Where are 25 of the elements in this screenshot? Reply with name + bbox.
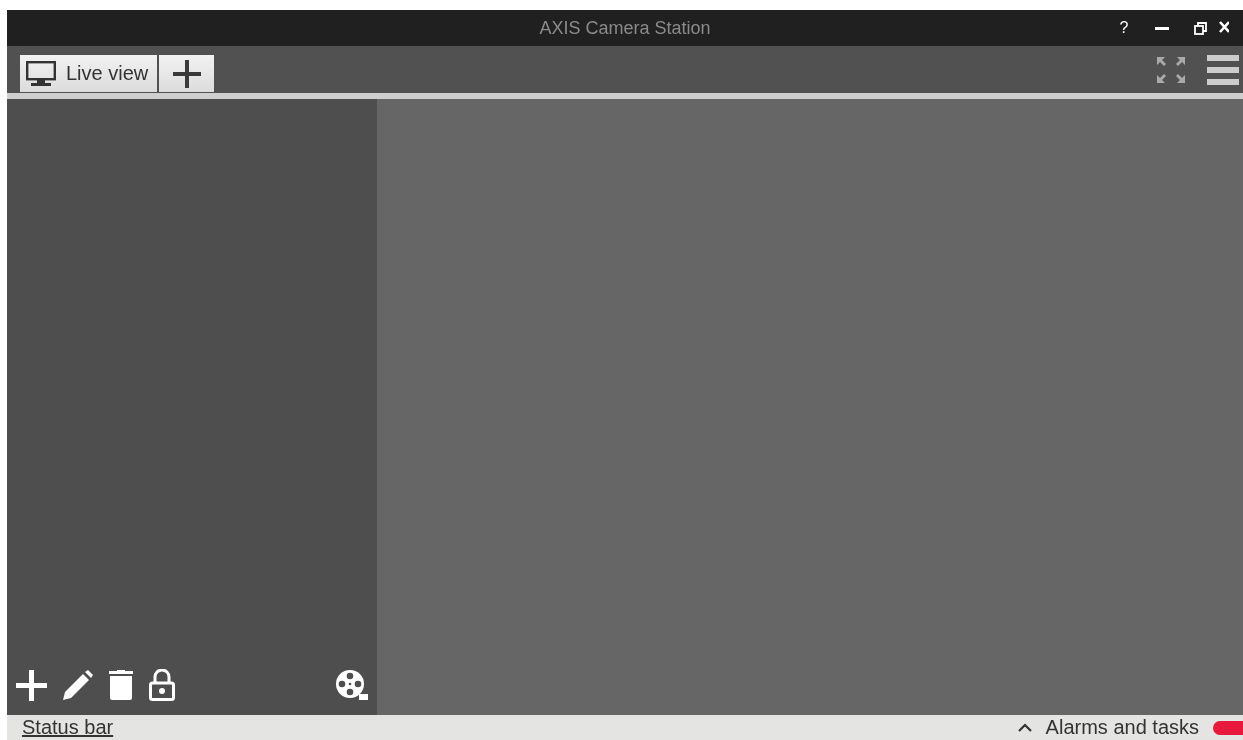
- plus-icon: [172, 59, 201, 88]
- chevron-up-icon: [1017, 723, 1032, 732]
- add-button[interactable]: [16, 669, 47, 701]
- monitor-icon: [26, 60, 56, 87]
- alarms-and-tasks-button[interactable]: Alarms and tasks: [1017, 716, 1243, 739]
- help-button[interactable]: ?: [1105, 10, 1143, 46]
- delete-button[interactable]: [109, 670, 133, 700]
- film-reel-icon: [336, 670, 368, 700]
- fullscreen-icon: [1157, 56, 1185, 83]
- minimize-icon: [1155, 26, 1169, 30]
- menu-icon: [1207, 54, 1239, 85]
- trash-icon: [109, 670, 133, 700]
- menu-button[interactable]: [1207, 54, 1239, 85]
- lock-button[interactable]: [149, 669, 175, 701]
- edit-button[interactable]: [63, 670, 93, 700]
- pencil-icon: [63, 670, 93, 700]
- plus-icon: [16, 669, 47, 701]
- restore-icon: [1193, 21, 1207, 35]
- window-title: AXIS Camera Station: [539, 17, 711, 38]
- fullscreen-button[interactable]: [1157, 56, 1185, 83]
- tab[interactable]: Live view: [20, 55, 158, 92]
- video-reel-button[interactable]: [336, 670, 368, 700]
- status-bar-link[interactable]: Status bar: [22, 716, 114, 739]
- lock-icon: [149, 669, 175, 701]
- add-tab-button[interactable]: [159, 55, 215, 92]
